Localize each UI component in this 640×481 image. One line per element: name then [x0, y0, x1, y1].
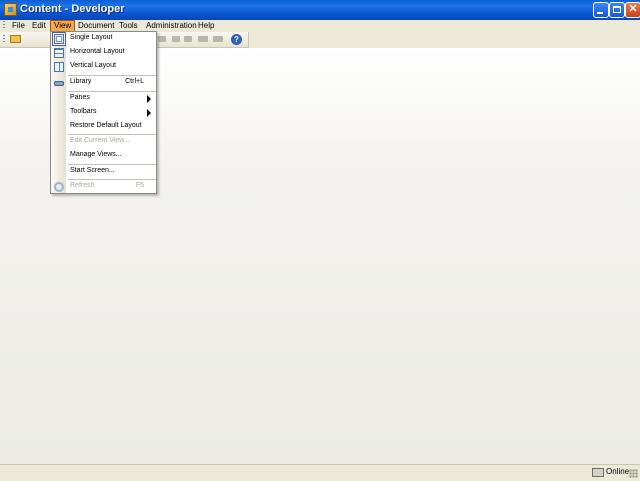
refresh-icon: [54, 182, 64, 192]
maximize-button[interactable]: [609, 2, 625, 18]
menu-item-label: Start Screen...: [70, 167, 115, 174]
app-icon[interactable]: [4, 3, 17, 16]
menu-edit[interactable]: Edit: [32, 20, 46, 32]
menu-item-label: Refresh: [70, 182, 95, 189]
menu-item-label: Single Layout: [70, 34, 113, 41]
menu-item-library[interactable]: Library Ctrl+L: [51, 76, 156, 90]
menu-item-label: Restore Default Layout: [70, 122, 142, 129]
resize-grip[interactable]: [629, 469, 638, 478]
disabled-tool-icon[interactable]: [198, 36, 208, 42]
menu-file[interactable]: File: [12, 20, 25, 32]
menubar-grip[interactable]: [3, 21, 5, 30]
status-bar: Online: [0, 464, 640, 481]
close-button[interactable]: ✕: [625, 2, 640, 18]
maximize-icon: [613, 6, 621, 13]
menu-item-panes[interactable]: Panes: [51, 92, 156, 106]
library-icon: [54, 81, 64, 86]
menu-item-start-screen[interactable]: Start Screen...: [51, 165, 156, 179]
open-folder-icon[interactable]: [10, 35, 21, 43]
network-status-icon: [592, 468, 604, 477]
menu-item-vertical-layout[interactable]: Vertical Layout: [51, 60, 156, 74]
minimize-button[interactable]: [593, 2, 609, 18]
back-icon[interactable]: [172, 36, 180, 42]
menu-item-label: Manage Views...: [70, 151, 122, 158]
menu-item-toolbars[interactable]: Toolbars: [51, 106, 156, 120]
menu-item-horizontal-layout[interactable]: Horizontal Layout: [51, 46, 156, 60]
menu-item-shortcut: F5: [135, 182, 144, 189]
menu-item-manage-views[interactable]: Manage Views...: [51, 149, 156, 163]
menu-item-refresh[interactable]: Refresh F5: [51, 180, 156, 194]
submenu-arrow-icon: [147, 95, 151, 103]
status-text: Online: [606, 467, 630, 476]
disabled-tool-icon[interactable]: [213, 36, 223, 42]
menu-item-label: Library: [70, 78, 92, 85]
menu-item-restore-default-layout[interactable]: Restore Default Layout: [51, 120, 156, 134]
menu-item-single-layout[interactable]: Single Layout: [51, 32, 156, 46]
vertical-layout-icon: [54, 62, 64, 72]
view-menu-dropdown: Single Layout Horizontal Layout Vertical…: [50, 31, 157, 194]
toolbar-grip[interactable]: [3, 35, 5, 44]
menu-item-label: Toolbars: [70, 108, 97, 115]
horizontal-layout-icon: [54, 48, 64, 58]
close-icon: ✕: [628, 3, 638, 15]
menu-help[interactable]: Help: [198, 20, 214, 32]
menu-item-label: Vertical Layout: [70, 62, 116, 69]
app-window: Content - Developer ✕ File Edit View Doc…: [0, 0, 640, 481]
menu-item-label: Panes: [70, 94, 90, 101]
title-bar[interactable]: Content - Developer ✕: [0, 0, 640, 20]
menu-item-label: Edit Current View...: [70, 137, 130, 144]
help-icon[interactable]: ?: [231, 34, 242, 45]
submenu-arrow-icon: [147, 109, 151, 117]
menu-item-shortcut: Ctrl+L: [125, 78, 144, 85]
disabled-tool-icon[interactable]: [158, 36, 166, 42]
menu-item-edit-current-view[interactable]: Edit Current View...: [51, 135, 156, 149]
menu-item-label: Horizontal Layout: [70, 48, 125, 55]
window-title: Content - Developer: [20, 3, 125, 15]
minimize-icon: [597, 12, 603, 14]
forward-icon[interactable]: [184, 36, 192, 42]
single-layout-icon: [54, 34, 64, 44]
